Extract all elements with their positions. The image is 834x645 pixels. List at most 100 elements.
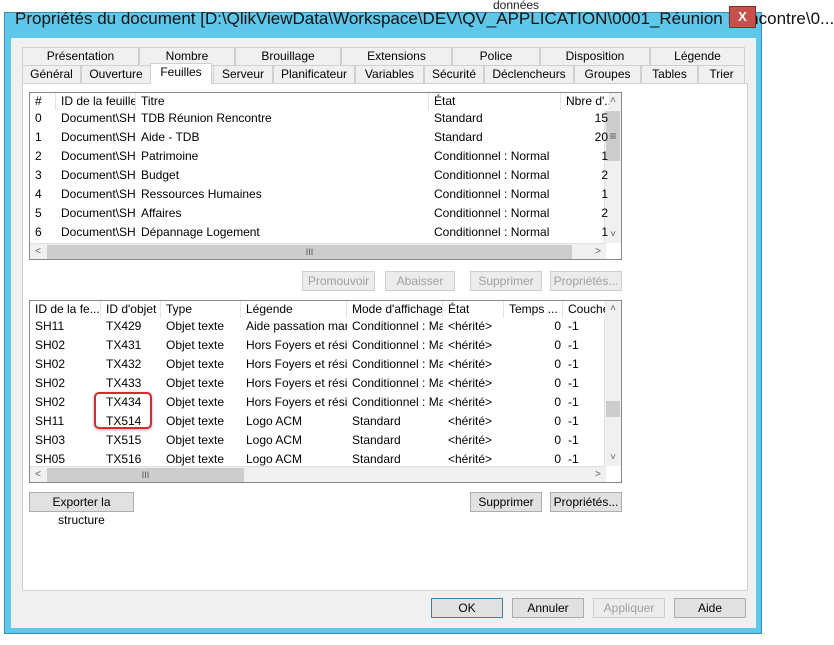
column-header[interactable]: Couche bbox=[563, 301, 606, 318]
table-cell: Standard bbox=[352, 433, 401, 447]
table-row[interactable]: SH05 TX516 Objet texte Logo ACM Standard <hér… bbox=[30, 450, 606, 469]
column-header[interactable]: Nbre d'... bbox=[561, 93, 610, 110]
scroll-right-icon[interactable]: > bbox=[590, 467, 606, 482]
column-header[interactable]: Temps ... bbox=[504, 301, 563, 318]
table-cell: <hérité> bbox=[448, 433, 493, 447]
tab-presentation[interactable]: Présentation bbox=[22, 47, 139, 66]
tab-police[interactable]: Police bbox=[452, 47, 540, 66]
column-header[interactable]: Type bbox=[161, 301, 241, 318]
close-button[interactable]: X bbox=[729, 6, 756, 28]
table-cell: SH05 bbox=[35, 452, 66, 466]
tab-planificateur[interactable]: Planificateur bbox=[273, 65, 355, 84]
table-row[interactable]: 6 Document\SH Dépannage Logement Conditionn… bbox=[30, 223, 608, 242]
object-properties-button[interactable]: Propriétés... bbox=[550, 492, 622, 512]
tab-tables[interactable]: Tables bbox=[641, 65, 698, 84]
scrollbar-thumb[interactable]: III bbox=[47, 468, 244, 482]
delete-sheet-button[interactable]: Supprimer bbox=[470, 271, 542, 291]
table-row[interactable]: SH02 TX433 Objet texte Hors Foyers et résid… bbox=[30, 374, 606, 393]
table-cell: TDB Réunion Rencontre bbox=[141, 111, 272, 125]
table-cell: Standard bbox=[352, 452, 401, 466]
column-header[interactable]: ID de la feuille bbox=[56, 93, 136, 110]
sheet-properties-button[interactable]: Propriétés... bbox=[550, 271, 622, 291]
tab-securite[interactable]: Sécurité bbox=[424, 65, 484, 84]
table-row[interactable]: 1 Document\SH Aide - TDB Standard 20 bbox=[30, 128, 608, 147]
table-row[interactable]: 5 Document\SH Affaires Conditionnel : Norma… bbox=[30, 204, 608, 223]
sheets-horizontal-scrollbar[interactable]: < III > bbox=[30, 243, 606, 259]
table-row[interactable]: 0 Document\SH TDB Réunion Rencontre Standar… bbox=[30, 109, 608, 128]
apply-button[interactable]: Appliquer bbox=[593, 598, 665, 618]
column-header[interactable]: État bbox=[429, 93, 561, 110]
table-cell: 0 bbox=[554, 414, 561, 428]
table-row[interactable]: SH02 TX431 Objet texte Hors Foyers et résid… bbox=[30, 336, 606, 355]
table-cell: Logo ACM bbox=[246, 433, 303, 447]
table-row[interactable]: 4 Document\SH Ressources Humaines Condition… bbox=[30, 185, 608, 204]
tab-variables[interactable]: Variables bbox=[355, 65, 424, 84]
column-header[interactable]: ID de la fe... bbox=[30, 301, 101, 318]
export-structure-button[interactable]: Exporter la structure bbox=[29, 492, 134, 527]
sheets-list[interactable]: ˄ ≡ ˅ < III > # ID de la feuille Titre État… bbox=[29, 92, 622, 260]
table-cell: Logo ACM bbox=[246, 414, 303, 428]
tab-general[interactable]: Général bbox=[22, 65, 81, 84]
tab-extensions[interactable]: Extensions bbox=[341, 47, 452, 66]
column-header[interactable]: Titre bbox=[136, 93, 429, 110]
tab-declencheurs[interactable]: Déclencheurs bbox=[484, 65, 574, 84]
tab-feuilles[interactable]: Feuilles bbox=[150, 63, 212, 84]
scroll-left-icon[interactable]: < bbox=[30, 244, 46, 259]
table-cell: Objet texte bbox=[166, 395, 225, 409]
delete-object-button[interactable]: Supprimer bbox=[470, 492, 542, 512]
table-cell: Conditionnel : Normal bbox=[434, 149, 550, 163]
table-cell: Document\SH bbox=[61, 149, 136, 163]
table-cell: 0 bbox=[554, 376, 561, 390]
table-cell: 2 bbox=[601, 206, 608, 220]
table-cell: Document\SH bbox=[61, 111, 136, 125]
scroll-down-icon[interactable]: ˅ bbox=[605, 450, 621, 466]
table-cell: <hérité> bbox=[448, 414, 493, 428]
table-row[interactable]: SH03 TX515 Objet texte Logo ACM Standard <hér… bbox=[30, 431, 606, 450]
scroll-right-icon[interactable]: > bbox=[590, 244, 606, 259]
tab-trier[interactable]: Trier bbox=[698, 65, 745, 84]
tab-groupes[interactable]: Groupes bbox=[574, 65, 641, 84]
table-cell: 0 bbox=[554, 338, 561, 352]
table-cell: Conditionnel : Masqué bbox=[352, 357, 443, 371]
column-header[interactable]: État bbox=[443, 301, 504, 318]
objects-vertical-scrollbar[interactable]: ˄ ˅ bbox=[604, 301, 621, 466]
promote-button[interactable]: Promouvoir bbox=[302, 271, 375, 291]
tab-disposition[interactable]: Disposition bbox=[540, 47, 650, 66]
table-cell: 1 bbox=[601, 149, 608, 163]
column-header[interactable]: # bbox=[30, 93, 56, 110]
scrollbar-thumb[interactable]: III bbox=[47, 245, 572, 259]
table-cell: SH02 bbox=[35, 395, 66, 409]
table-cell: TX432 bbox=[106, 357, 142, 371]
cancel-button[interactable]: Annuler bbox=[512, 598, 584, 618]
table-cell: Hors Foyers et résidences bbox=[246, 395, 347, 409]
column-header[interactable]: ID d'objet bbox=[101, 301, 161, 318]
table-cell: Conditionnel : Normal bbox=[434, 225, 550, 239]
table-row[interactable]: 2 Document\SH Patrimoine Conditionnel : Nor… bbox=[30, 147, 608, 166]
table-cell: -1 bbox=[568, 395, 579, 409]
tab-ouverture[interactable]: Ouverture bbox=[81, 65, 151, 84]
table-cell: Aide - TDB bbox=[141, 130, 200, 144]
tab-brouillage[interactable]: Brouillage bbox=[235, 47, 341, 66]
column-header[interactable]: Mode d'affichage bbox=[347, 301, 443, 318]
scroll-left-icon[interactable]: < bbox=[30, 467, 46, 482]
table-cell: -1 bbox=[568, 376, 579, 390]
tab-legende[interactable]: Légende bbox=[650, 47, 745, 66]
tab-serveur[interactable]: Serveur bbox=[213, 65, 273, 84]
background-text: données bbox=[493, 0, 540, 12]
table-cell: 3 bbox=[35, 168, 42, 182]
table-cell: Standard bbox=[434, 111, 483, 125]
table-row[interactable]: SH11 TX429 Objet texte Aide passation march… bbox=[30, 317, 606, 336]
table-cell: <hérité> bbox=[448, 338, 493, 352]
table-row[interactable]: SH02 TX432 Objet texte Hors Foyers et résid… bbox=[30, 355, 606, 374]
column-header[interactable]: Légende bbox=[241, 301, 347, 318]
demote-button[interactable]: Abaisser bbox=[385, 271, 455, 291]
table-cell: 15 bbox=[594, 111, 608, 125]
table-row[interactable]: 3 Document\SH Budget Conditionnel : Normal 2 bbox=[30, 166, 608, 185]
scrollbar-thumb[interactable] bbox=[606, 401, 620, 417]
help-button[interactable]: Aide bbox=[674, 598, 746, 618]
table-cell: Conditionnel : Masqué bbox=[352, 338, 443, 352]
ok-button[interactable]: OK bbox=[431, 598, 503, 618]
table-cell: Document\SH bbox=[61, 206, 136, 220]
scroll-up-icon[interactable]: ˄ bbox=[605, 301, 621, 317]
table-cell: Patrimoine bbox=[141, 149, 199, 163]
